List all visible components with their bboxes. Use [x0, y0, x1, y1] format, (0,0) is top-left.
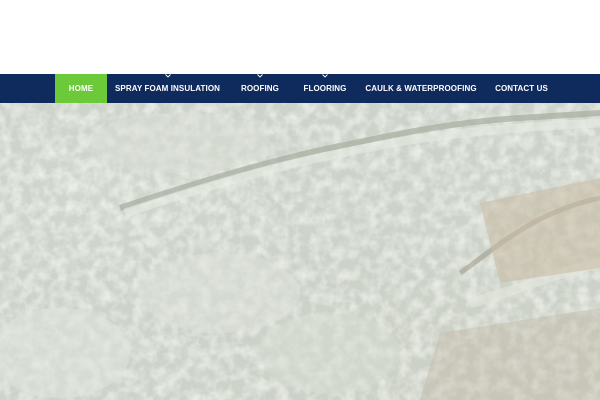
- nav-item-contact-us[interactable]: CONTACT US: [484, 74, 559, 103]
- nav-item-label: CONTACT US: [495, 84, 548, 93]
- nav-item-spray-foam-insulation[interactable]: SPRAY FOAM INSULATION: [107, 74, 228, 103]
- main-navigation: HOME SPRAY FOAM INSULATION ROOFING FLOOR…: [0, 74, 600, 103]
- nav-item-label: ROOFING: [240, 84, 280, 93]
- spray-foam-texture-image: [0, 103, 600, 400]
- nav-item-label: FLOORING: [303, 84, 347, 93]
- hero-image: [0, 103, 600, 400]
- nav-item-label: SPRAY FOAM INSULATION: [114, 84, 221, 93]
- nav-item-label: CAULK & WATERPROOFING: [365, 84, 477, 93]
- nav-item-flooring[interactable]: FLOORING: [292, 74, 358, 103]
- chevron-down-icon: [322, 74, 328, 78]
- nav-item-caulk-waterproofing[interactable]: CAULK & WATERPROOFING: [358, 74, 484, 103]
- nav-item-home[interactable]: HOME: [55, 74, 107, 103]
- header-area: [0, 0, 600, 74]
- nav-item-roofing[interactable]: ROOFING: [228, 74, 292, 103]
- chevron-down-icon: [257, 74, 263, 78]
- nav-item-label: HOME: [68, 84, 94, 93]
- chevron-down-icon: [164, 74, 171, 78]
